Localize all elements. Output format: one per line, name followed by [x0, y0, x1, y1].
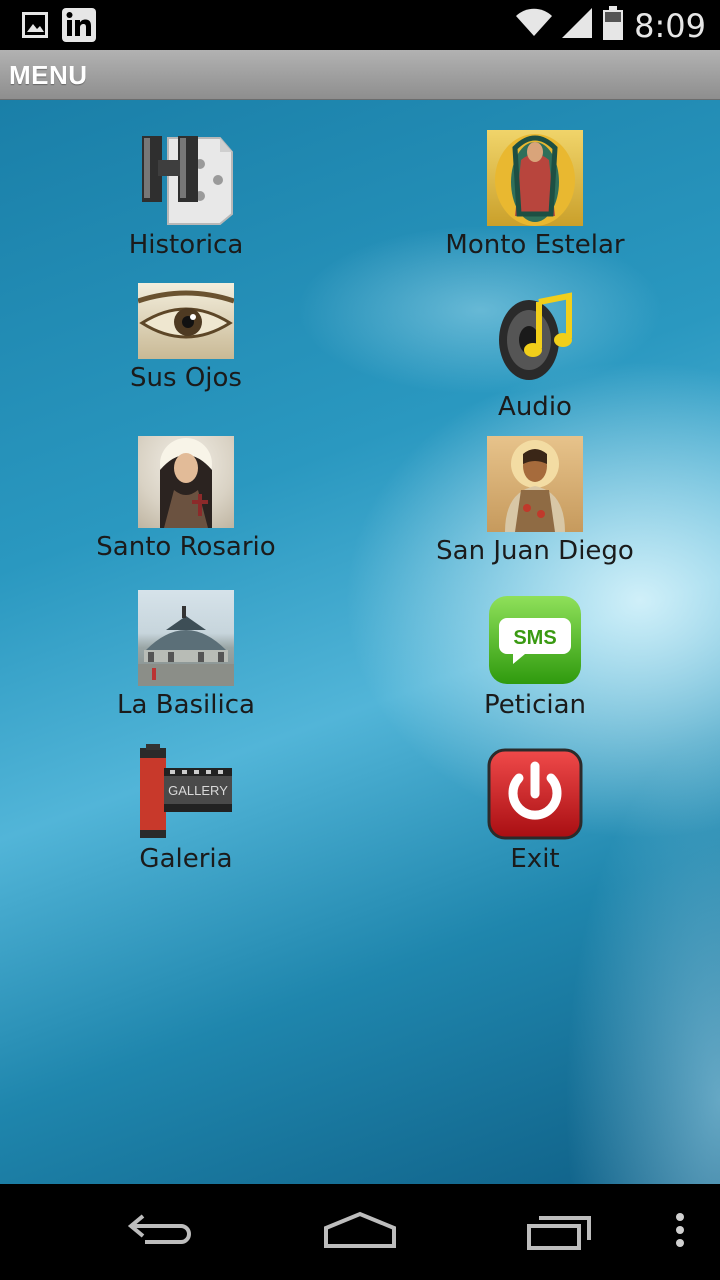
menu-item-san-juan-diego[interactable]: San Juan Diego	[420, 436, 650, 566]
historica-icon	[138, 130, 234, 226]
overflow-menu-icon	[674, 1212, 686, 1253]
menu-item-label: Historica	[128, 230, 244, 260]
menu-item-sus-ojos[interactable]: Sus Ojos	[86, 283, 286, 393]
film-gallery-icon: GALLERY	[138, 744, 234, 840]
menu-item-label: Sus Ojos	[130, 363, 242, 393]
back-icon	[125, 1210, 195, 1255]
menu-item-petician[interactable]: SMS Petician	[435, 594, 635, 720]
menu-item-monto-estelar[interactable]: Monto Estelar	[435, 130, 635, 260]
menu-item-label: Galeria	[139, 844, 233, 874]
gallery-icon	[22, 12, 48, 43]
recents-button[interactable]	[510, 1184, 610, 1280]
sms-icon: SMS	[487, 594, 583, 686]
virgin-guadalupe-icon	[487, 130, 583, 226]
menu-item-label: San Juan Diego	[436, 536, 634, 566]
battery-icon	[602, 6, 624, 45]
wifi-icon	[516, 8, 553, 43]
saint-icon	[138, 436, 234, 528]
navigation-bar	[0, 1184, 720, 1280]
san-juan-diego-icon	[487, 436, 583, 532]
menu-grid: Historica Monto Estelar Sus Ojos Audio S…	[0, 100, 720, 1184]
menu-item-label: Exit	[510, 844, 560, 874]
status-bar: 8:09	[0, 0, 720, 50]
overflow-menu-button[interactable]	[650, 1184, 710, 1280]
gallery-text: GALLERY	[168, 783, 228, 798]
menu-item-label: Monto Estelar	[445, 230, 625, 260]
home-icon	[322, 1210, 398, 1255]
menu-item-label: Santo Rosario	[96, 532, 276, 562]
speaker-music-icon	[487, 288, 583, 388]
menu-item-historica[interactable]: Historica	[86, 130, 286, 260]
linkedin-icon	[62, 8, 96, 47]
action-bar: MENU	[0, 50, 720, 100]
clock: 8:09	[634, 6, 706, 45]
menu-item-la-basilica[interactable]: La Basilica	[86, 590, 286, 720]
menu-item-audio[interactable]: Audio	[435, 288, 635, 422]
back-button[interactable]	[110, 1184, 210, 1280]
menu-item-exit[interactable]: Exit	[435, 748, 635, 874]
menu-item-label: La Basilica	[117, 690, 255, 720]
page-title: MENU	[9, 60, 88, 90]
sms-badge-text: SMS	[513, 627, 556, 649]
power-icon	[487, 748, 583, 840]
eye-icon	[138, 283, 234, 359]
basilica-icon	[138, 590, 234, 686]
home-button[interactable]	[310, 1184, 410, 1280]
signal-icon	[562, 8, 593, 43]
menu-item-label: Petician	[483, 690, 587, 720]
menu-item-galeria[interactable]: GALLERY Galeria	[86, 744, 286, 874]
menu-item-santo-rosario[interactable]: Santo Rosario	[86, 436, 286, 562]
recents-icon	[525, 1210, 595, 1255]
menu-item-label: Audio	[498, 392, 572, 422]
